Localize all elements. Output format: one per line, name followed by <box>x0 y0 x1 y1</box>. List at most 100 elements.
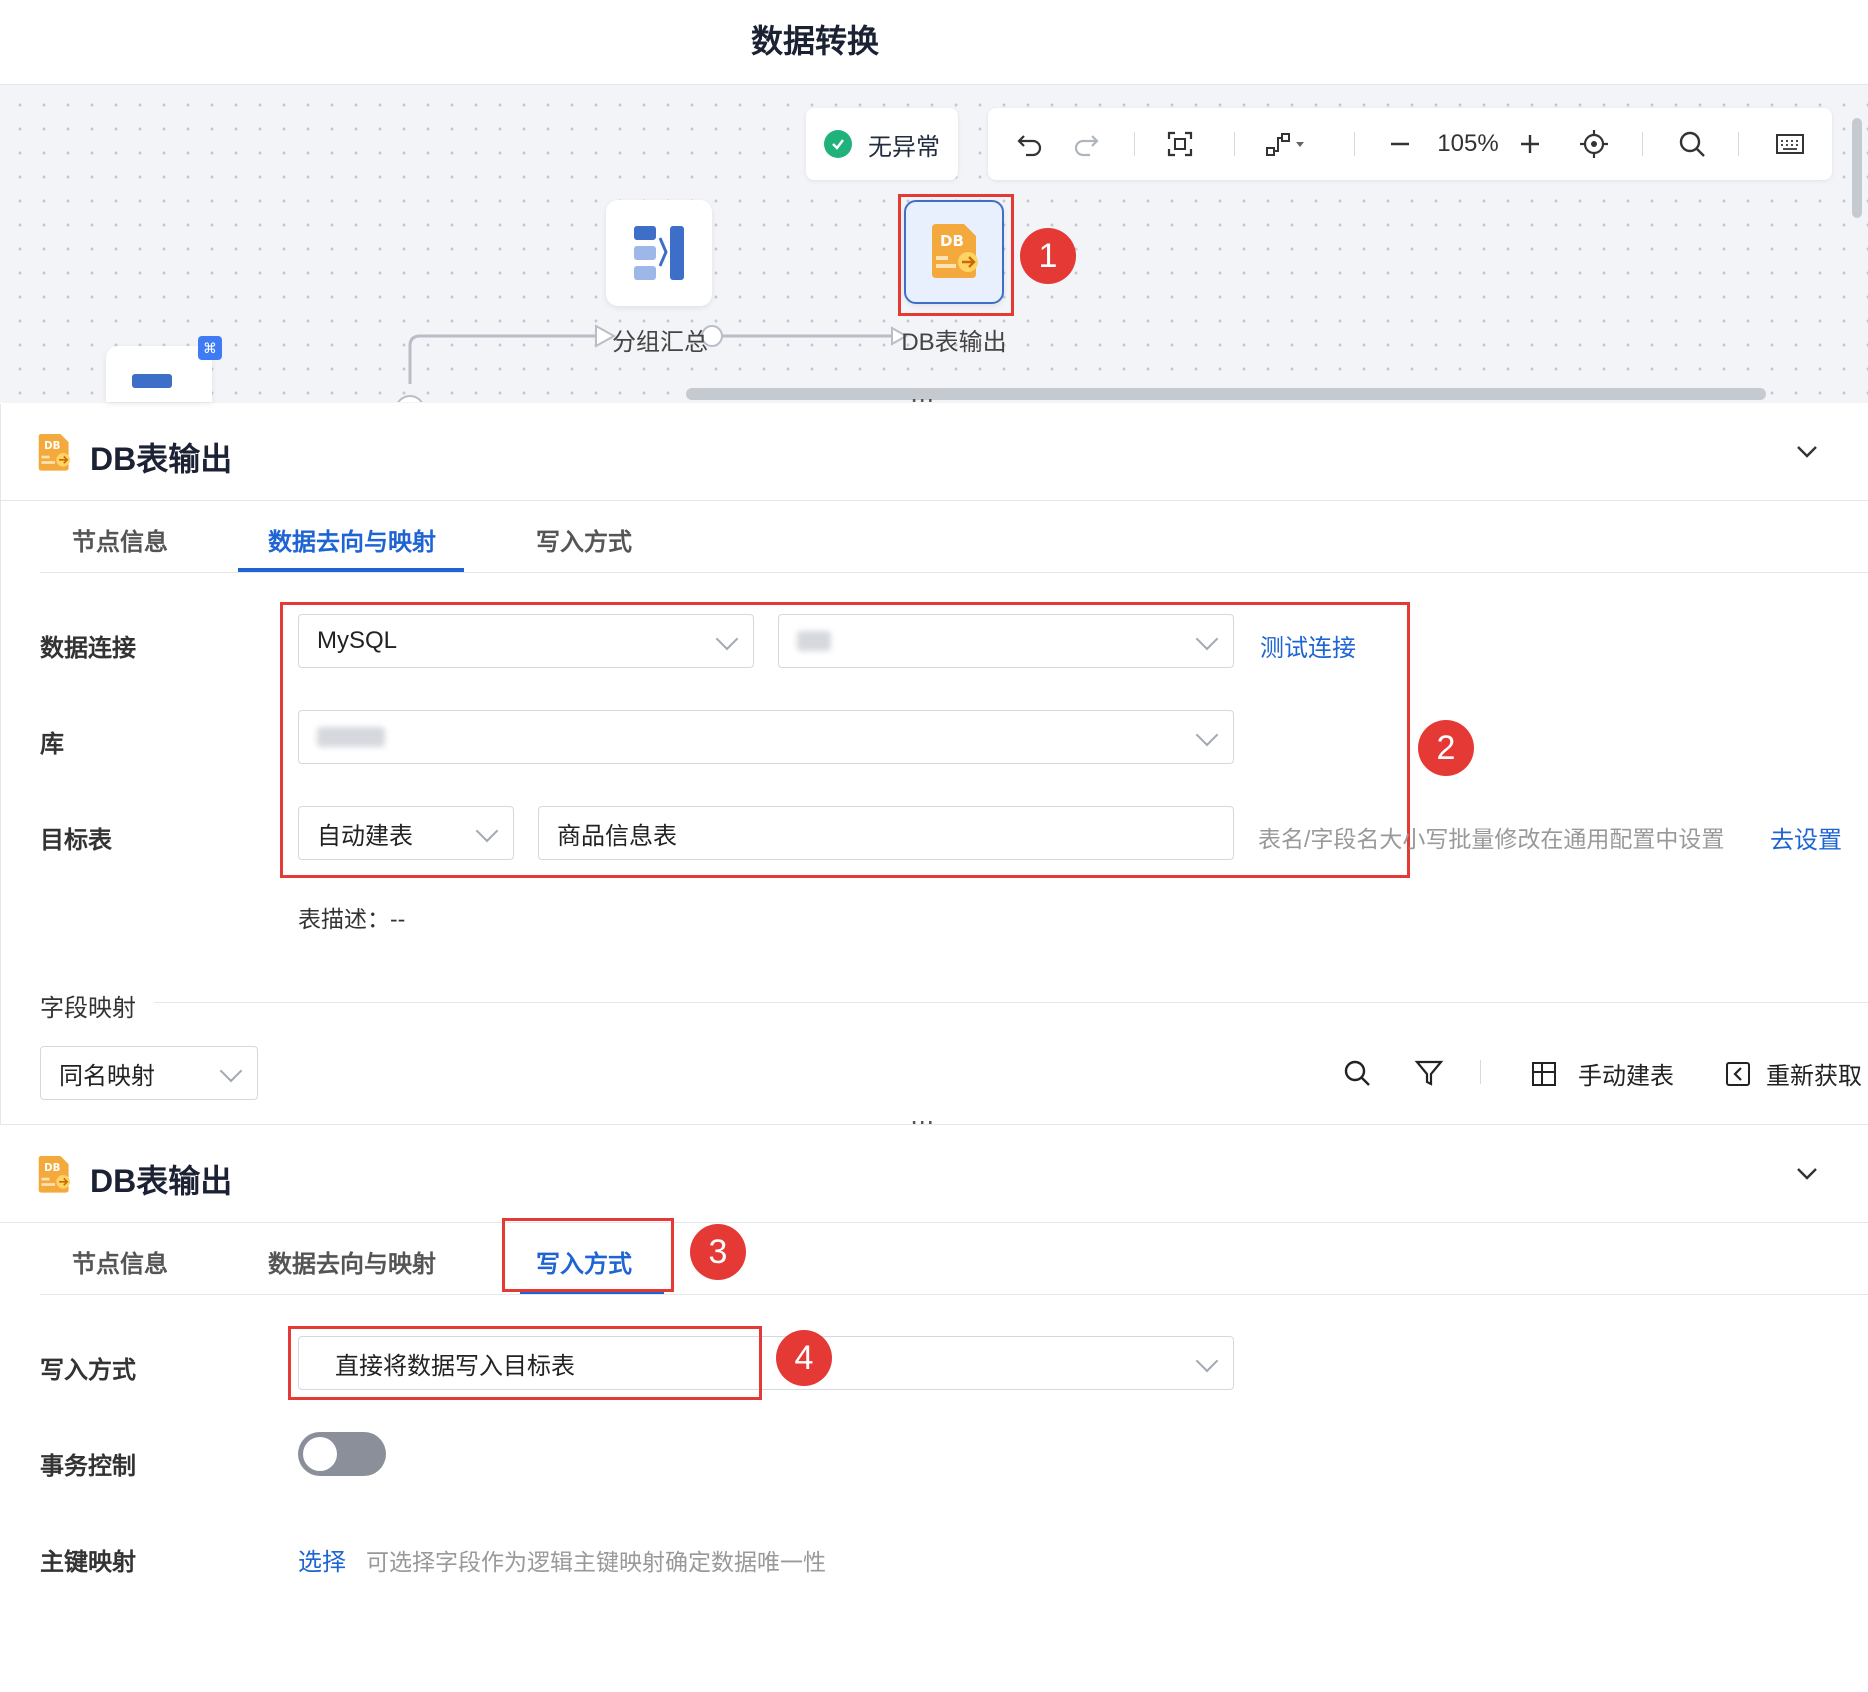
test-connection-link[interactable]: 测试连接 <box>1260 628 1356 663</box>
search-icon[interactable] <box>1672 108 1712 180</box>
flow-node-partial[interactable] <box>106 346 212 402</box>
check-circle-icon <box>824 130 852 158</box>
undo-icon[interactable] <box>1010 108 1050 180</box>
chevron-down-icon <box>715 627 739 651</box>
case-hint-text: 表名/字段名大小写批量修改在通用配置中设置 <box>1258 826 1725 852</box>
toolbar-divider <box>1134 132 1135 156</box>
table-name-input[interactable]: 商品信息表 <box>538 806 1234 860</box>
divider <box>0 500 1868 501</box>
status-text: 无异常 <box>868 133 940 161</box>
panel-title: DB表输出 <box>90 1163 233 1199</box>
mapping-mode-select[interactable]: 同名映射 <box>40 1046 258 1100</box>
flow-node-db-output[interactable]: DB <box>904 200 1004 304</box>
table-description: 表描述：-- <box>298 906 406 932</box>
tab-node-info[interactable]: 节点信息 <box>72 1244 168 1279</box>
target-table-label: 目标表 <box>40 827 112 854</box>
tab-data-destination[interactable]: 数据去向与映射 <box>268 1244 436 1279</box>
svg-text:DB: DB <box>44 441 60 452</box>
library-label: 库 <box>40 731 64 758</box>
chevron-down-icon[interactable] <box>1796 1162 1818 1184</box>
filter-icon[interactable] <box>1414 1058 1444 1093</box>
tab-data-destination[interactable]: 数据去向与映射 <box>268 522 436 557</box>
link-badge-icon: ⌘ <box>198 336 222 360</box>
mapping-mode-value: 同名映射 <box>59 1062 155 1090</box>
locate-icon[interactable] <box>1574 108 1614 180</box>
db-type-value: MySQL <box>317 627 398 654</box>
zoom-level: 105% <box>1437 130 1499 157</box>
fit-view-icon[interactable] <box>1160 108 1200 180</box>
group-summary-icon <box>634 226 684 280</box>
db-output-icon: DB <box>38 1156 70 1193</box>
callout-box-3 <box>502 1218 674 1292</box>
tab-write-mode[interactable]: 写入方式 <box>536 522 632 557</box>
table-icon <box>1532 1061 1556 1086</box>
callout-badge-1: 1 <box>1020 228 1076 284</box>
library-value-redacted <box>317 727 385 747</box>
redo-icon[interactable] <box>1066 108 1106 180</box>
tab-divider <box>40 1294 1868 1295</box>
node-icon <box>132 374 172 388</box>
callout-box-4 <box>288 1326 762 1400</box>
manual-create-button[interactable]: 手动建表 <box>1530 1056 1674 1091</box>
node-label: 分组汇总 <box>612 329 708 356</box>
refetch-button[interactable]: 重新获取 <box>1724 1056 1862 1091</box>
panel-title: DB表输出 <box>90 441 233 477</box>
toggle-knob <box>303 1437 337 1471</box>
zoom-out-icon[interactable] <box>1382 108 1418 180</box>
db-output-icon: DB <box>38 434 70 471</box>
library-select[interactable] <box>298 710 1234 764</box>
go-settings-link[interactable]: 去设置 <box>1770 820 1842 855</box>
primary-key-label: 主键映射 <box>40 1549 136 1576</box>
layout-dropdown-icon[interactable] <box>1258 108 1314 180</box>
resize-handle-icon[interactable]: ⋯ <box>902 1111 942 1135</box>
active-tab-indicator <box>238 568 464 572</box>
divider <box>0 1222 1868 1223</box>
node-label: DB表输出 <box>901 329 1007 356</box>
toolbar-divider <box>1738 132 1739 156</box>
vertical-scrollbar[interactable] <box>1852 118 1862 218</box>
tab-node-info[interactable]: 节点信息 <box>72 522 168 557</box>
svg-text:DB: DB <box>44 1163 60 1174</box>
tab-divider <box>40 572 1868 573</box>
keyboard-icon[interactable] <box>1768 108 1812 180</box>
db-type-select[interactable]: MySQL <box>298 614 754 668</box>
chevron-down-icon[interactable] <box>1796 440 1818 462</box>
callout-badge-4: 4 <box>776 1330 832 1386</box>
callout-badge-2: 2 <box>1418 720 1474 776</box>
flow-node-group-summary[interactable] <box>606 200 712 306</box>
manual-create-label: 手动建表 <box>1578 1063 1674 1090</box>
horizontal-scrollbar[interactable] <box>686 388 1766 400</box>
svg-text:DB: DB <box>940 232 964 250</box>
data-connection-label: 数据连接 <box>40 635 136 662</box>
connection-select[interactable] <box>778 614 1234 668</box>
chevron-down-icon <box>219 1059 243 1083</box>
write-mode-label: 写入方式 <box>40 1357 136 1384</box>
divider <box>154 1002 1868 1003</box>
field-mapping-label: 字段映射 <box>40 995 136 1022</box>
chevron-down-icon <box>475 819 499 843</box>
refetch-label: 重新获取 <box>1766 1063 1862 1090</box>
refresh-icon <box>1726 1061 1750 1086</box>
zoom-in-icon[interactable] <box>1512 108 1548 180</box>
transaction-label: 事务控制 <box>40 1453 136 1480</box>
table-name-value: 商品信息表 <box>557 822 677 850</box>
pk-select-link[interactable]: 选择 <box>298 1542 346 1577</box>
table-mode-value: 自动建表 <box>317 822 413 850</box>
chevron-down-icon <box>1195 1349 1219 1373</box>
callout-badge-3: 3 <box>690 1224 746 1280</box>
toolbar-divider <box>1480 1060 1481 1084</box>
db-output-icon: DB <box>932 224 978 278</box>
status-indicator: 无异常 <box>806 108 958 180</box>
connection-value-redacted <box>797 631 831 651</box>
chevron-down-icon <box>1195 723 1219 747</box>
chevron-down-icon <box>1195 627 1219 651</box>
pk-hint-text: 可选择字段作为逻辑主键映射确定数据唯一性 <box>366 1549 826 1575</box>
toolbar-divider <box>1642 132 1643 156</box>
table-mode-select[interactable]: 自动建表 <box>298 806 514 860</box>
page-title: 数据转换 <box>750 23 879 59</box>
toolbar-divider <box>1234 132 1235 156</box>
transaction-toggle[interactable] <box>298 1432 386 1476</box>
toolbar-divider <box>1354 132 1355 156</box>
search-icon[interactable] <box>1342 1058 1372 1093</box>
canvas-toolbar: 105% <box>988 108 1832 180</box>
